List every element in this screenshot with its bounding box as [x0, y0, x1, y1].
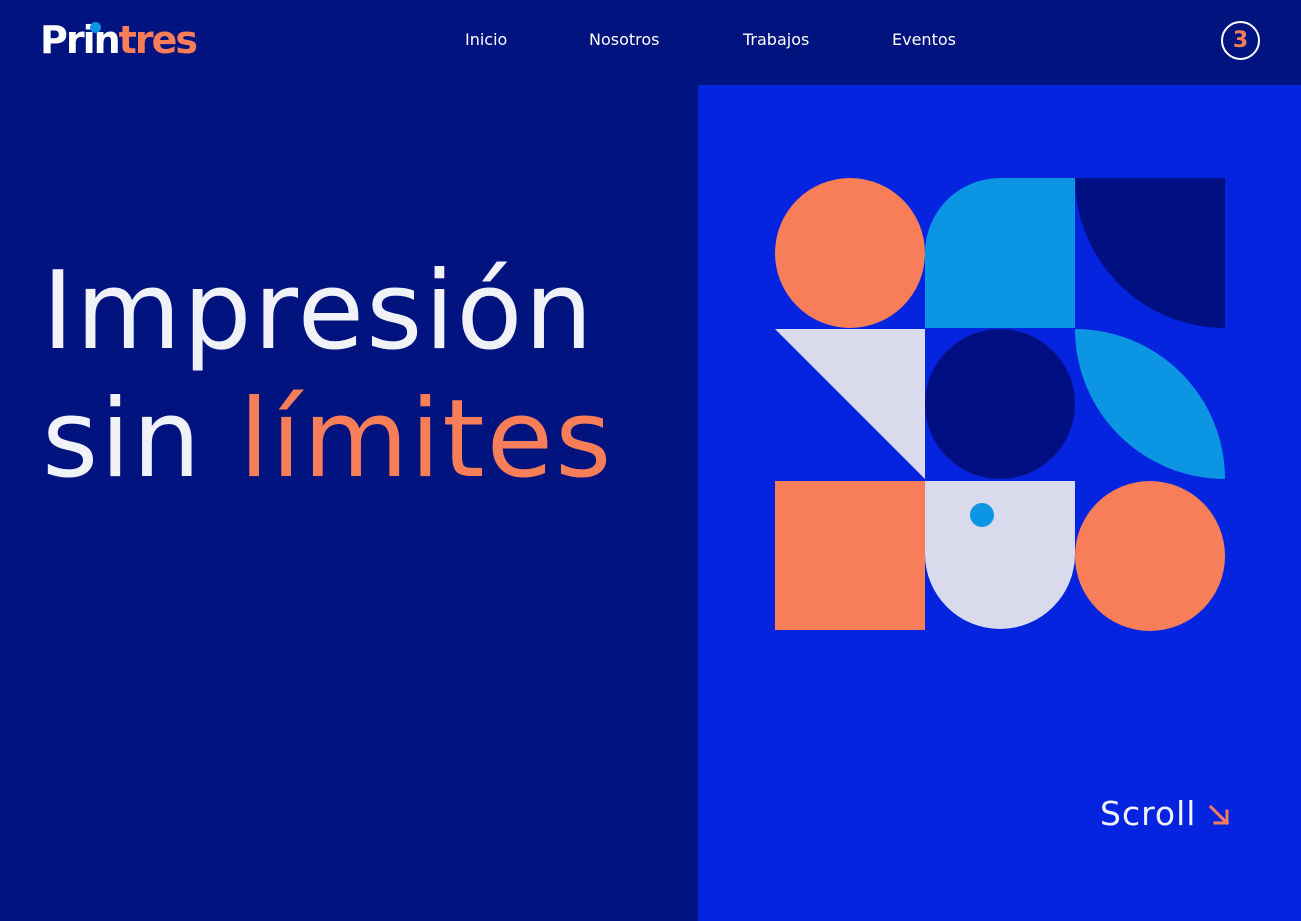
site-header: Printres Inicio Nosotros Trabajos Evento…	[0, 0, 1301, 84]
scroll-link[interactable]: Scroll	[1100, 792, 1230, 836]
nav-item-trabajos[interactable]: Trabajos	[743, 28, 809, 52]
coral-circle-shape	[775, 178, 925, 328]
circle-three-button[interactable]: 3	[1221, 21, 1260, 60]
sky-dot-shape	[970, 503, 994, 527]
navy-quarter-shape	[1075, 178, 1225, 328]
main-nav: Inicio Nosotros Trabajos Eventos	[0, 28, 1301, 52]
geometric-artwork	[775, 178, 1225, 631]
pale-triangle-shape	[775, 329, 925, 479]
sky-quarter-shape	[925, 178, 1075, 328]
headline-line-1: Impresión	[42, 249, 595, 374]
coral-circle-shape-2	[1075, 481, 1225, 631]
page: Printres Inicio Nosotros Trabajos Evento…	[0, 0, 1301, 921]
nav-item-eventos[interactable]: Eventos	[892, 28, 956, 52]
nav-item-nosotros[interactable]: Nosotros	[589, 28, 660, 52]
sky-leaf-shape	[1075, 329, 1225, 479]
pale-arch-shape	[925, 481, 1075, 629]
arrow-down-right-icon	[1208, 804, 1230, 826]
scroll-label: Scroll	[1100, 794, 1197, 833]
hero-headline: Impresión sin límites	[42, 248, 613, 504]
headline-line-2b: límites	[239, 377, 614, 502]
coral-square-shape	[775, 481, 925, 630]
navy-circle-shape	[925, 329, 1075, 479]
nav-item-inicio[interactable]: Inicio	[465, 28, 507, 52]
headline-line-2a: sin	[42, 377, 203, 502]
